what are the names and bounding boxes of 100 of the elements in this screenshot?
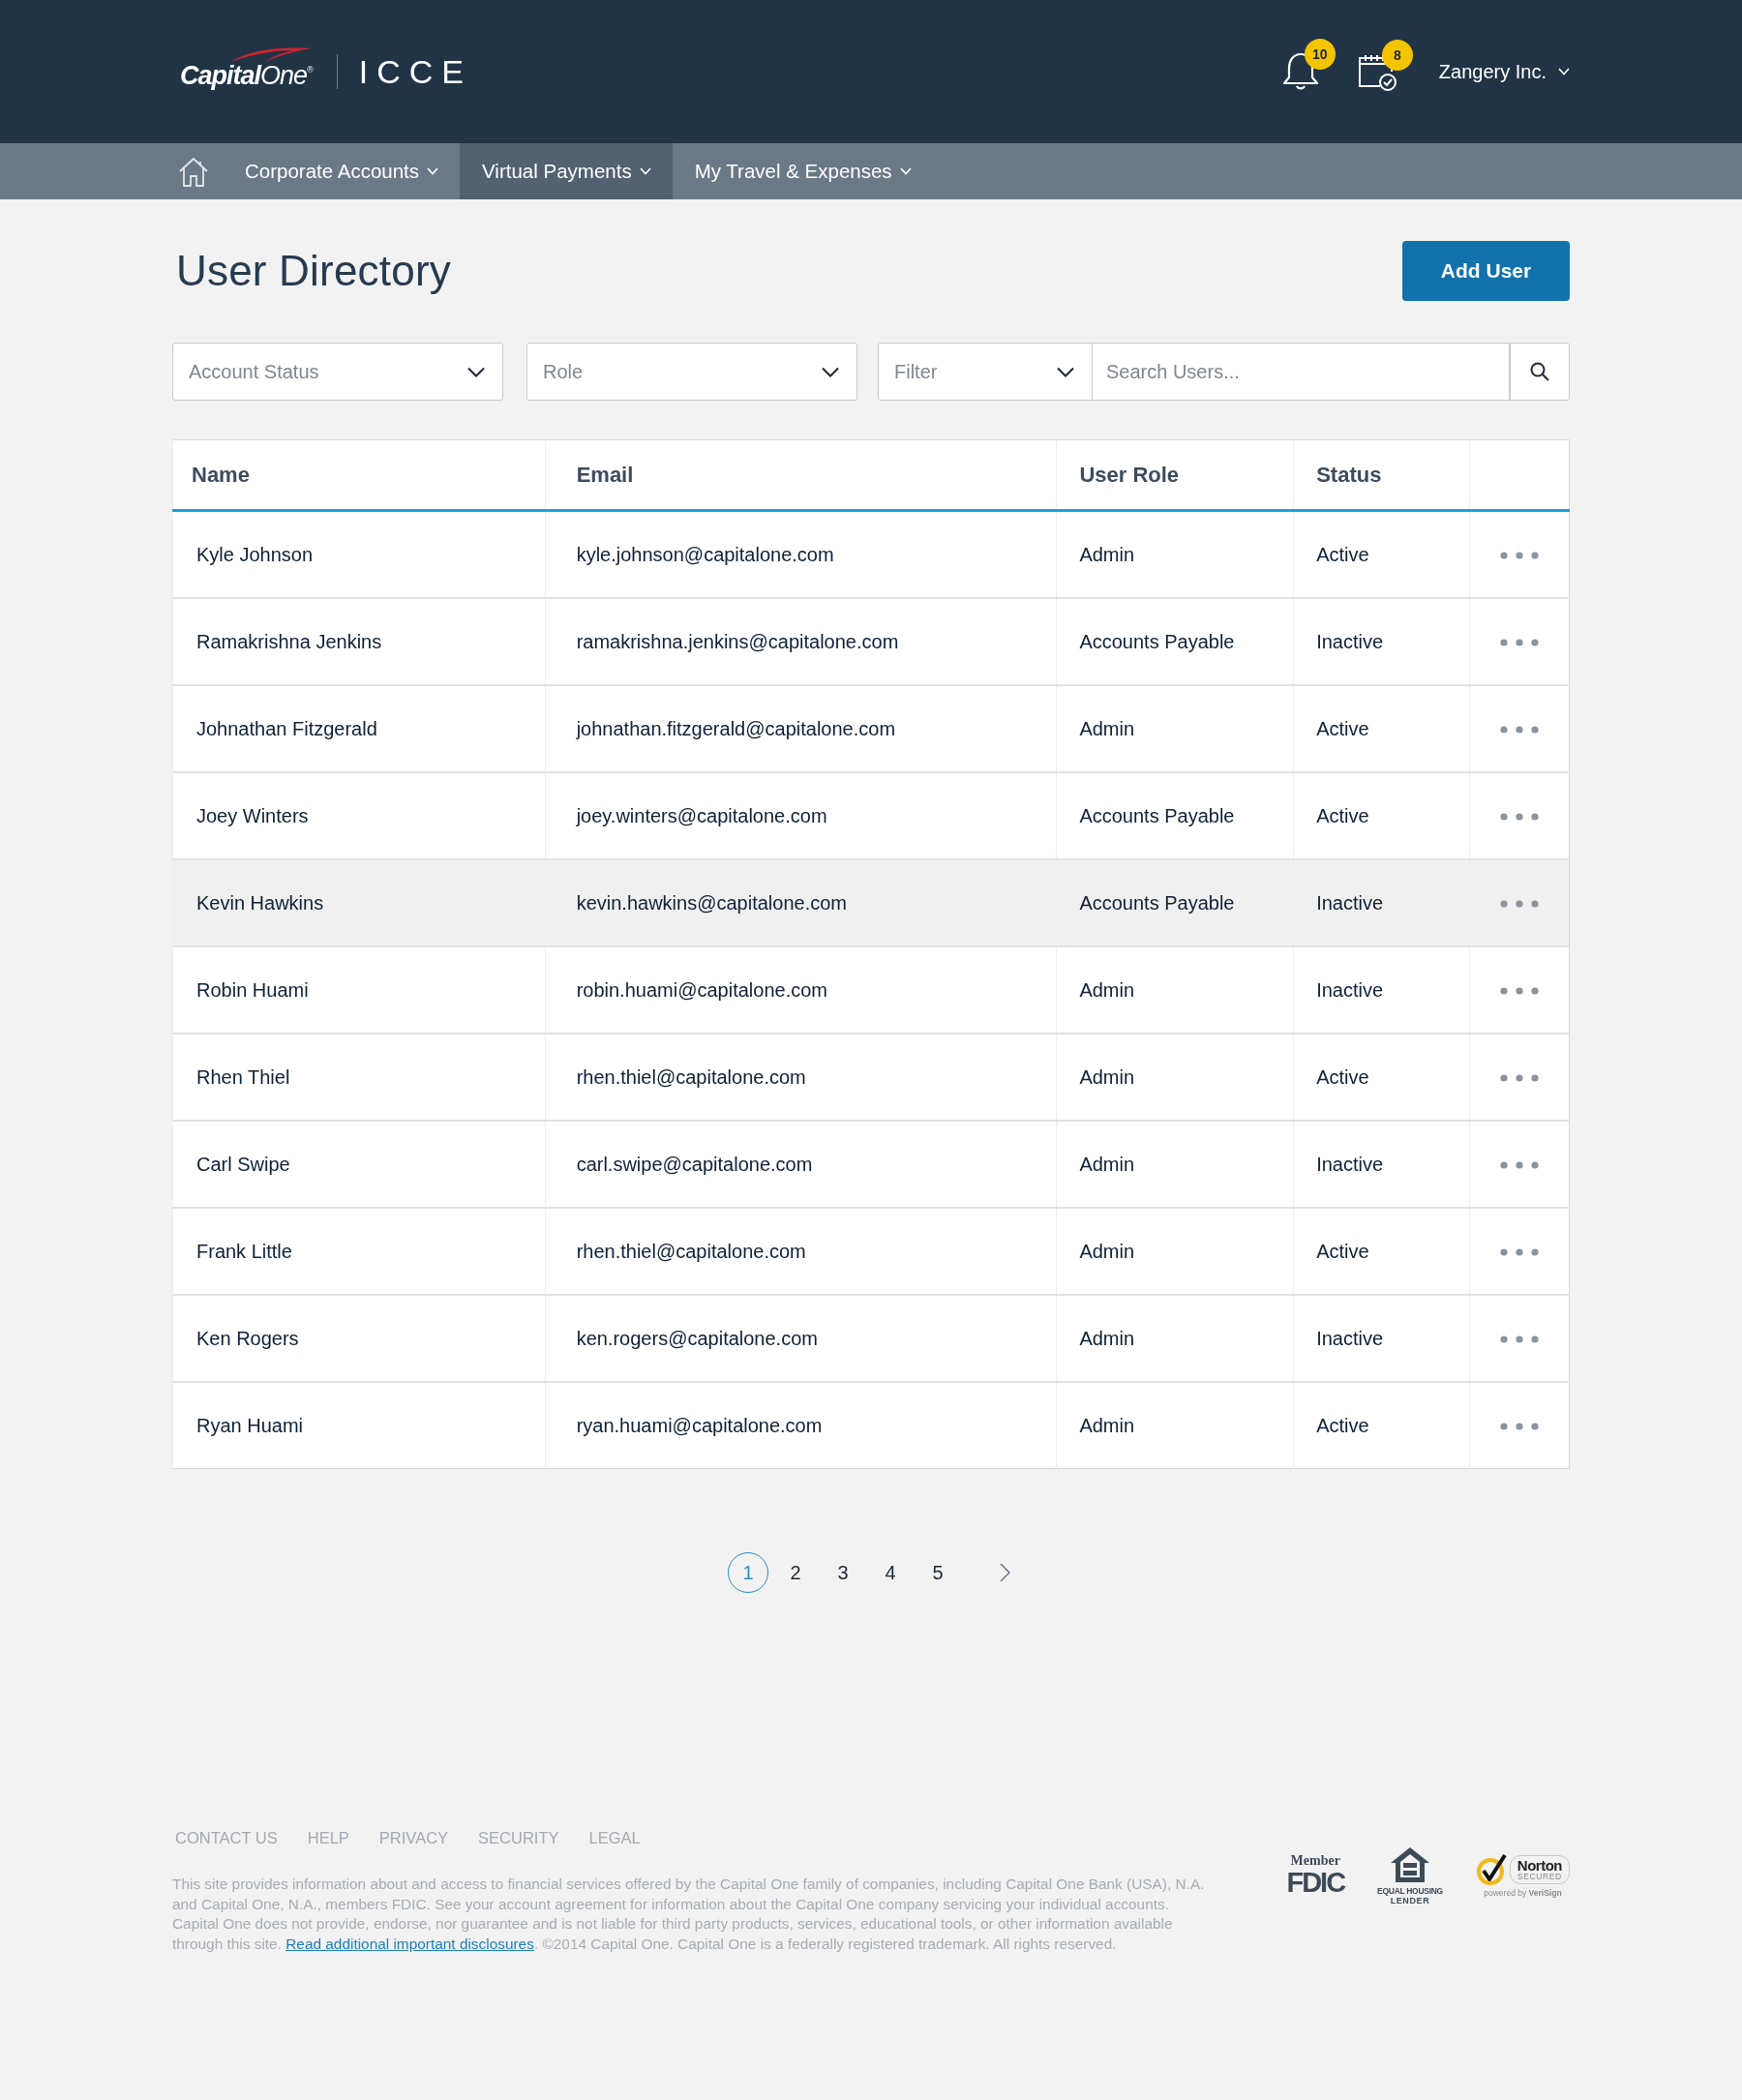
- user-email: rhen.thiel@capitalone.com: [545, 1033, 1057, 1121]
- filter-dropdown[interactable]: Filter: [878, 343, 1093, 401]
- verisign-text: powered by VeriSign: [1484, 1889, 1562, 1898]
- task-badge: 8: [1381, 40, 1413, 71]
- chevron-down-icon: [467, 366, 485, 377]
- account-status: Active: [1293, 1033, 1470, 1121]
- table-row[interactable]: Carl Swipe carl.swipe@capitalone.com Admin Inactive: [172, 1120, 1570, 1208]
- user-name: Rhen Thiel: [172, 1033, 546, 1121]
- disclosures-link[interactable]: Read additional important disclosures: [285, 1935, 534, 1953]
- equal-housing-text: EQUAL HOUSING: [1377, 1887, 1443, 1896]
- more-icon[interactable]: [1500, 900, 1539, 909]
- caret-icon: [899, 167, 912, 175]
- account-status: Inactive: [1293, 1294, 1470, 1382]
- user-name: Ken Rogers: [172, 1294, 546, 1382]
- search-icon: [1530, 362, 1549, 381]
- more-icon[interactable]: [1500, 1423, 1539, 1431]
- user-role: Admin: [1056, 1294, 1294, 1382]
- user-name: Kyle Johnson: [172, 510, 546, 598]
- table-row[interactable]: Ryan Huami ryan.huami@capitalone.com Admin Active: [172, 1381, 1570, 1469]
- chevron-down-icon: [1057, 366, 1074, 377]
- user-email: robin.huami@capitalone.com: [545, 945, 1057, 1034]
- fdic-logo-text: FDIC: [1286, 1868, 1345, 1897]
- user-email: kevin.hawkins@capitalone.com: [545, 858, 1057, 946]
- user-email: johnathan.fitzgerald@capitalone.com: [545, 684, 1057, 772]
- page-link[interactable]: 2: [775, 1552, 816, 1593]
- nav-menu-item[interactable]: Virtual Payments: [460, 143, 673, 199]
- table-row[interactable]: Robin Huami robin.huami@capitalone.com Admin Inactive: [172, 945, 1570, 1034]
- user-role: Admin: [1056, 1381, 1294, 1469]
- swoosh-icon: [230, 45, 312, 62]
- table-row[interactable]: Ramakrishna Jenkins ramakrishna.jenkins@capitalone.com Accounts Payable Inactive: [172, 597, 1570, 685]
- check-seal-icon: [1475, 1853, 1509, 1886]
- chevron-down-icon: [822, 366, 839, 377]
- user-role: Accounts Payable: [1056, 858, 1294, 946]
- user-name: Ramakrishna Jenkins: [172, 597, 546, 685]
- lender-text: LENDER: [1390, 1896, 1430, 1905]
- account-status-dropdown[interactable]: Account Status: [172, 343, 503, 401]
- column-header: Name: [172, 439, 546, 511]
- more-icon[interactable]: [1500, 1161, 1539, 1170]
- user-name: Frank Little: [172, 1207, 546, 1295]
- user-role: Admin: [1056, 1033, 1294, 1121]
- user-role: Admin: [1056, 510, 1294, 598]
- search-field[interactable]: Search Users...: [1093, 343, 1510, 401]
- page-link[interactable]: 4: [870, 1552, 911, 1593]
- account-status: Active: [1293, 510, 1470, 598]
- more-icon[interactable]: [1500, 987, 1539, 996]
- user-email: ryan.huami@capitalone.com: [545, 1381, 1057, 1469]
- secured-text: SECURED: [1517, 1873, 1562, 1881]
- account-status: Inactive: [1293, 945, 1470, 1034]
- search-button[interactable]: [1510, 343, 1570, 401]
- user-role: Admin: [1056, 1207, 1294, 1295]
- table-row[interactable]: Ken Rogers ken.rogers@capitalone.com Admin Inactive: [172, 1294, 1570, 1382]
- notification-badge: 10: [1304, 39, 1336, 70]
- user-role: Admin: [1056, 684, 1294, 772]
- next-page-icon[interactable]: [1000, 1563, 1010, 1582]
- user-role: Admin: [1056, 1120, 1294, 1208]
- more-icon[interactable]: [1500, 726, 1539, 735]
- user-email: kyle.johnson@capitalone.com: [545, 510, 1057, 598]
- account-status: Inactive: [1293, 597, 1470, 685]
- table-row[interactable]: Joey Winters joey.winters@capitalone.com Accounts Payable Active: [172, 771, 1570, 859]
- table-row[interactable]: Kyle Johnson kyle.johnson@capitalone.com Admin Active: [172, 510, 1570, 598]
- fdic-member-text: Member: [1290, 1853, 1340, 1868]
- disclaimer-text: This site provides information about and access to financial services offered by the Capital One family of companies, including Capital One Bank (USA), N.A. and Capital One, N.A., members FDIC. See your account agreement for information about the Capital One company servicing your individual accounts. Capital One does not provide, endorse, nor guarantee and is not liable for third party products, services, educational tools, or other information available through this site. Read additional important disclosures. ©2014 Capital One. Capital One is a federally registered trademark. All rights reserved.: [172, 1874, 1206, 1955]
- user-name: Kevin Hawkins: [172, 858, 546, 946]
- nav-menu-item[interactable]: Corporate Accounts: [223, 143, 461, 199]
- more-icon[interactable]: [1500, 1074, 1539, 1083]
- more-icon[interactable]: [1500, 1248, 1539, 1257]
- role-dropdown[interactable]: Role: [526, 343, 857, 401]
- more-icon[interactable]: [1500, 639, 1539, 647]
- user-email: ken.rogers@capitalone.com: [545, 1294, 1057, 1382]
- nav-menu-item[interactable]: My Travel & Expenses: [672, 143, 933, 199]
- caret-icon: [427, 167, 439, 175]
- user-email: carl.swipe@capitalone.com: [545, 1120, 1057, 1208]
- account-status: Inactive: [1293, 1120, 1470, 1208]
- account-status: Active: [1293, 684, 1470, 772]
- more-icon[interactable]: [1500, 813, 1539, 822]
- table-row[interactable]: Kevin Hawkins kevin.hawkins@capitalone.com Accounts Payable Inactive: [172, 858, 1570, 946]
- user-name: Ryan Huami: [172, 1381, 546, 1469]
- home-icon[interactable]: [178, 155, 209, 188]
- column-header: Status: [1293, 439, 1470, 511]
- user-email: ramakrishna.jenkins@capitalone.com: [545, 597, 1057, 685]
- user-name: Carl Swipe: [172, 1120, 546, 1208]
- column-header: Email: [545, 439, 1057, 511]
- table-row[interactable]: Johnathan Fitzgerald johnathan.fitzgerald@capitalone.com Admin Active: [172, 684, 1570, 772]
- account-status: Inactive: [1293, 858, 1470, 946]
- table-row[interactable]: Rhen Thiel rhen.thiel@capitalone.com Admin Active: [172, 1033, 1570, 1121]
- more-icon[interactable]: [1500, 1335, 1539, 1344]
- user-role: Admin: [1056, 945, 1294, 1034]
- column-header: User Role: [1056, 439, 1294, 511]
- user-name: Robin Huami: [172, 945, 546, 1034]
- app-name: ICCE: [358, 55, 472, 88]
- account-status: Active: [1293, 1207, 1470, 1295]
- account-status: Active: [1293, 1381, 1470, 1469]
- page-link[interactable]: 5: [917, 1552, 958, 1593]
- more-icon[interactable]: [1500, 552, 1539, 560]
- caret-icon: [639, 167, 651, 175]
- add-user-button[interactable]: Add User: [1402, 241, 1570, 301]
- user-name: Johnathan Fitzgerald: [172, 684, 546, 772]
- table-row[interactable]: Frank Little rhen.thiel@capitalone.com Admin Active: [172, 1207, 1570, 1295]
- account-menu[interactable]: Zangery Inc.: [1438, 57, 1570, 86]
- page-link[interactable]: 3: [823, 1552, 863, 1593]
